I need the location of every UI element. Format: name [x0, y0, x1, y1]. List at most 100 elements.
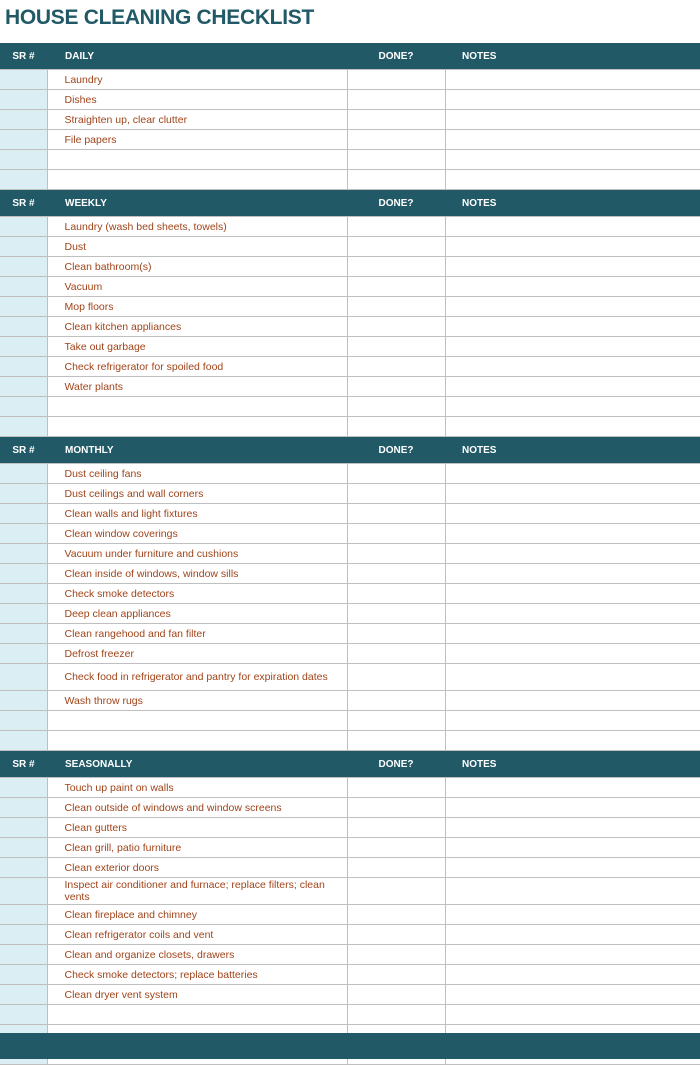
sr-cell[interactable]	[0, 483, 48, 504]
task-cell[interactable]: Clean and organize closets, drawers	[46, 944, 348, 965]
task-cell[interactable]: Straighten up, clear clutter	[46, 109, 348, 130]
task-cell[interactable]: Clean bathroom(s)	[46, 256, 348, 277]
notes-cell[interactable]	[444, 690, 700, 711]
notes-cell[interactable]	[444, 463, 700, 484]
done-cell[interactable]	[346, 463, 446, 484]
task-cell[interactable]	[46, 1004, 348, 1025]
sr-cell[interactable]	[0, 924, 48, 945]
notes-cell[interactable]	[444, 256, 700, 277]
done-cell[interactable]	[346, 356, 446, 377]
sr-cell[interactable]	[0, 149, 48, 170]
sr-cell[interactable]	[0, 837, 48, 858]
done-cell[interactable]	[346, 877, 446, 905]
sr-cell[interactable]	[0, 463, 48, 484]
sr-cell[interactable]	[0, 316, 48, 337]
sr-cell[interactable]	[0, 396, 48, 417]
done-cell[interactable]	[346, 129, 446, 150]
task-cell[interactable]: Clean refrigerator coils and vent	[46, 924, 348, 945]
sr-cell[interactable]	[0, 964, 48, 985]
done-cell[interactable]	[346, 777, 446, 798]
notes-cell[interactable]	[444, 483, 700, 504]
task-cell[interactable]: Laundry (wash bed sheets, towels)	[46, 216, 348, 237]
notes-cell[interactable]	[444, 109, 700, 130]
notes-cell[interactable]	[444, 984, 700, 1005]
done-cell[interactable]	[346, 396, 446, 417]
task-cell[interactable]: Clean gutters	[46, 817, 348, 838]
notes-cell[interactable]	[444, 523, 700, 544]
sr-cell[interactable]	[0, 583, 48, 604]
notes-cell[interactable]	[444, 89, 700, 110]
task-cell[interactable]: Touch up paint on walls	[46, 777, 348, 798]
task-cell[interactable]	[46, 710, 348, 731]
sr-cell[interactable]	[0, 690, 48, 711]
sr-cell[interactable]	[0, 89, 48, 110]
notes-cell[interactable]	[444, 376, 700, 397]
notes-cell[interactable]	[444, 837, 700, 858]
sr-cell[interactable]	[0, 603, 48, 624]
task-cell[interactable]	[46, 396, 348, 417]
sr-cell[interactable]	[0, 236, 48, 257]
done-cell[interactable]	[346, 904, 446, 925]
notes-cell[interactable]	[444, 316, 700, 337]
notes-cell[interactable]	[444, 944, 700, 965]
task-cell[interactable]: Clean exterior doors	[46, 857, 348, 878]
task-cell[interactable]: Clean kitchen appliances	[46, 316, 348, 337]
done-cell[interactable]	[346, 69, 446, 90]
notes-cell[interactable]	[444, 663, 700, 691]
task-cell[interactable]: Vacuum under furniture and cushions	[46, 543, 348, 564]
sr-cell[interactable]	[0, 109, 48, 130]
task-cell[interactable]: Deep clean appliances	[46, 603, 348, 624]
done-cell[interactable]	[346, 710, 446, 731]
done-cell[interactable]	[346, 643, 446, 664]
notes-cell[interactable]	[444, 563, 700, 584]
task-cell[interactable]: Check refrigerator for spoiled food	[46, 356, 348, 377]
done-cell[interactable]	[346, 563, 446, 584]
sr-cell[interactable]	[0, 1004, 48, 1025]
notes-cell[interactable]	[444, 169, 700, 190]
task-cell[interactable]: Dust ceilings and wall corners	[46, 483, 348, 504]
sr-cell[interactable]	[0, 817, 48, 838]
notes-cell[interactable]	[444, 129, 700, 150]
task-cell[interactable]	[46, 416, 348, 437]
done-cell[interactable]	[346, 817, 446, 838]
done-cell[interactable]	[346, 797, 446, 818]
sr-cell[interactable]	[0, 643, 48, 664]
task-cell[interactable]: Check smoke detectors; replace batteries	[46, 964, 348, 985]
sr-cell[interactable]	[0, 623, 48, 644]
sr-cell[interactable]	[0, 169, 48, 190]
sr-cell[interactable]	[0, 563, 48, 584]
task-cell[interactable]: Clean outside of windows and window scre…	[46, 797, 348, 818]
task-cell[interactable]: Dust ceiling fans	[46, 463, 348, 484]
task-cell[interactable]: File papers	[46, 129, 348, 150]
notes-cell[interactable]	[444, 964, 700, 985]
task-cell[interactable]: Clean walls and light fixtures	[46, 503, 348, 524]
sr-cell[interactable]	[0, 543, 48, 564]
task-cell[interactable]: Inspect air conditioner and furnace; rep…	[46, 877, 348, 905]
sr-cell[interactable]	[0, 336, 48, 357]
sr-cell[interactable]	[0, 523, 48, 544]
done-cell[interactable]	[346, 623, 446, 644]
notes-cell[interactable]	[444, 356, 700, 377]
task-cell[interactable]	[46, 149, 348, 170]
sr-cell[interactable]	[0, 216, 48, 237]
task-cell[interactable]: Check food in refrigerator and pantry fo…	[46, 663, 348, 691]
sr-cell[interactable]	[0, 276, 48, 297]
done-cell[interactable]	[346, 416, 446, 437]
task-cell[interactable]: Dishes	[46, 89, 348, 110]
task-cell[interactable]: Clean dryer vent system	[46, 984, 348, 1005]
notes-cell[interactable]	[444, 857, 700, 878]
notes-cell[interactable]	[444, 216, 700, 237]
done-cell[interactable]	[346, 663, 446, 691]
notes-cell[interactable]	[444, 503, 700, 524]
done-cell[interactable]	[346, 336, 446, 357]
done-cell[interactable]	[346, 169, 446, 190]
done-cell[interactable]	[346, 296, 446, 317]
notes-cell[interactable]	[444, 396, 700, 417]
task-cell[interactable]: Dust	[46, 236, 348, 257]
notes-cell[interactable]	[444, 583, 700, 604]
task-cell[interactable]: Clean rangehood and fan filter	[46, 623, 348, 644]
sr-cell[interactable]	[0, 877, 48, 905]
sr-cell[interactable]	[0, 356, 48, 377]
task-cell[interactable]: Clean fireplace and chimney	[46, 904, 348, 925]
notes-cell[interactable]	[444, 877, 700, 905]
